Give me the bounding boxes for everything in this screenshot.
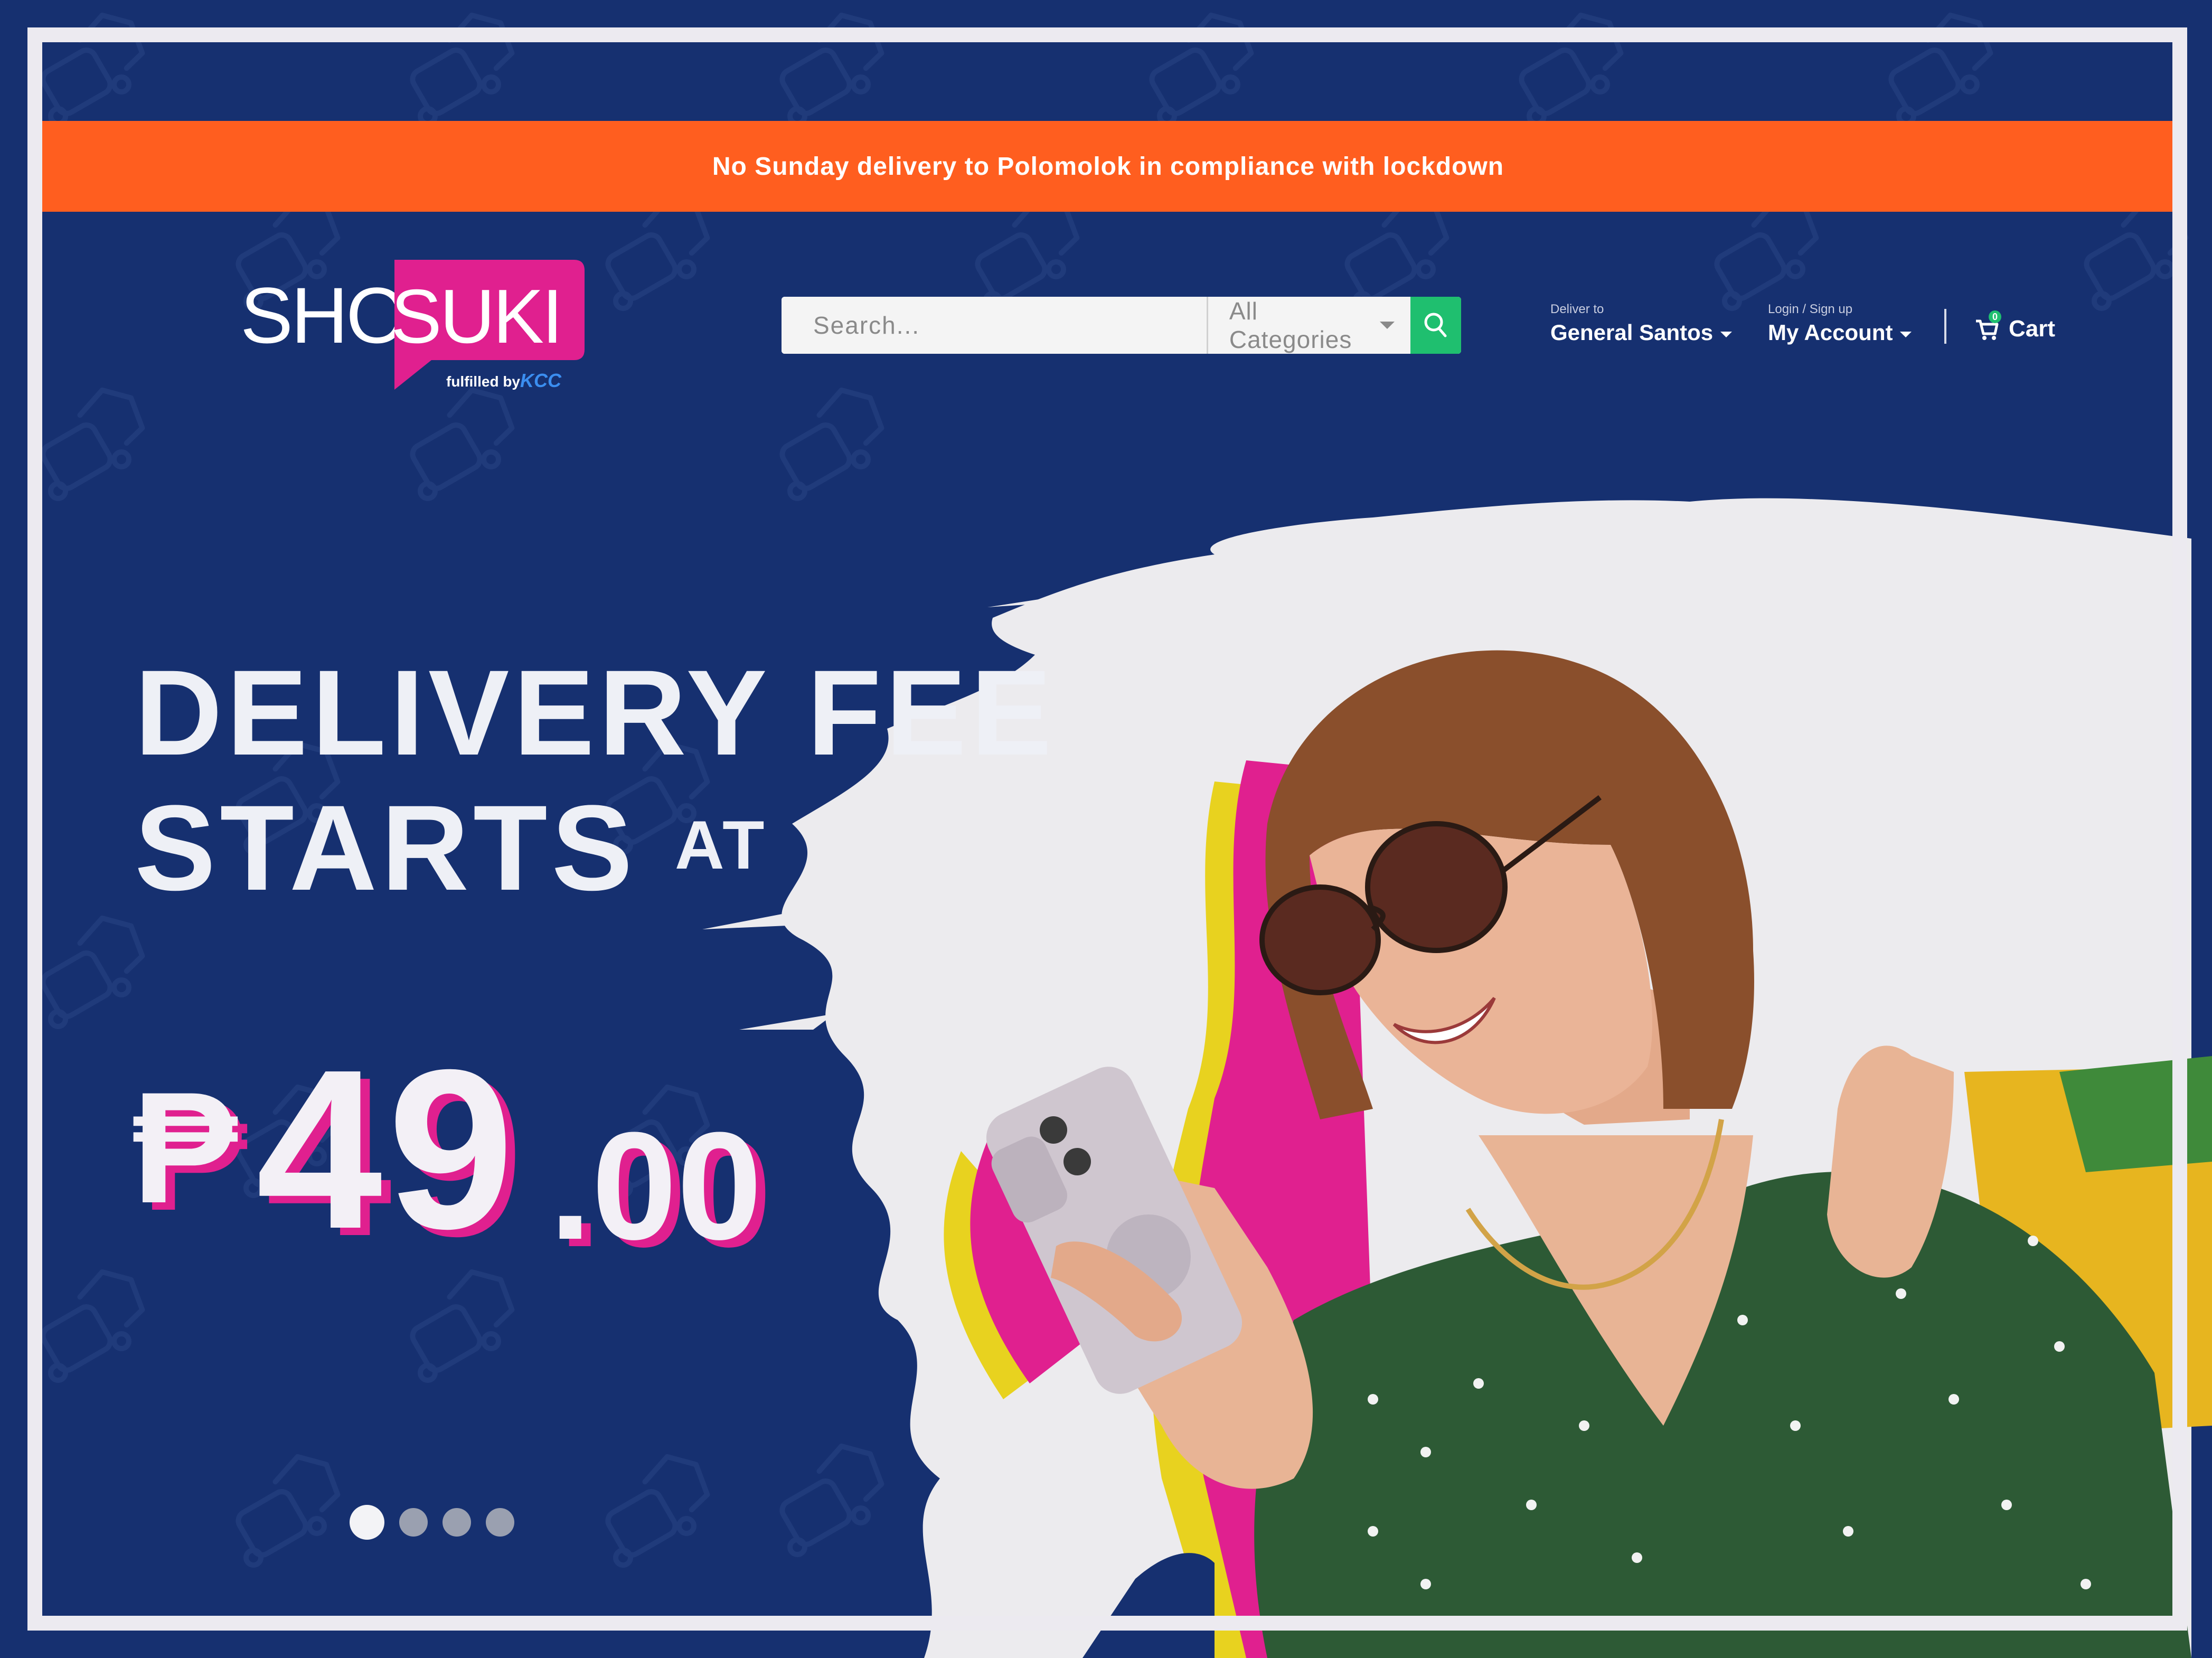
logo-fulfilled-text: fulfilled by [446,373,520,390]
my-account-label: My Account [1768,320,1893,345]
hero-headline: DELIVERY FEE STARTS AT [135,647,1056,914]
login-signup-label: Login / Sign up [1768,302,1853,316]
carousel-dot-2[interactable] [399,1508,428,1537]
carousel-pagination [350,1505,514,1540]
cart-label: Cart [2009,316,2056,342]
category-dropdown-label: All Categories [1229,297,1352,353]
chevron-down-icon [1720,331,1733,337]
logo-suki-text: SUKI [391,274,563,359]
logo-partner-text: KCC [520,370,561,391]
deliver-to-selector[interactable]: Deliver to General Santos [1550,302,1733,345]
headline-line-1: DELIVERY FEE [135,645,1056,780]
carousel-dot-1[interactable] [350,1505,384,1540]
price-integer: 49 [256,1023,520,1276]
chevron-down-icon [1900,331,1912,337]
cart-count-badge: 0 [1989,310,2001,323]
carousel-dot-4[interactable] [486,1508,514,1537]
cart-button[interactable]: 0 Cart [1974,310,2056,342]
deliver-to-label: Deliver to [1550,302,1604,316]
carousel-dot-3[interactable] [443,1508,471,1537]
cart-icon: 0 [1974,310,2001,342]
account-menu[interactable]: Login / Sign up My Account [1768,302,1912,345]
headline-line-2-suffix: AT [674,806,768,883]
chevron-down-icon [1379,322,1395,329]
currency-symbol: ₱ [132,1059,238,1236]
search-input[interactable] [782,297,1207,354]
search-bar: All Categories [782,297,1461,354]
deliver-to-location: General Santos [1550,320,1714,345]
shopsuki-logo[interactable]: SHOP SUKI fulfilled by KCC [238,260,586,397]
category-dropdown[interactable]: All Categories [1206,297,1410,354]
search-icon [1424,313,1447,337]
announcement-text: No Sunday delivery to Polomolok in compl… [712,152,1504,181]
search-button[interactable] [1410,297,1461,354]
price-decimal: .00 [549,1100,763,1271]
announcement-bar: No Sunday delivery to Polomolok in compl… [42,121,2174,212]
nav-divider [1944,309,1946,344]
headline-line-2: STARTS [135,780,637,916]
